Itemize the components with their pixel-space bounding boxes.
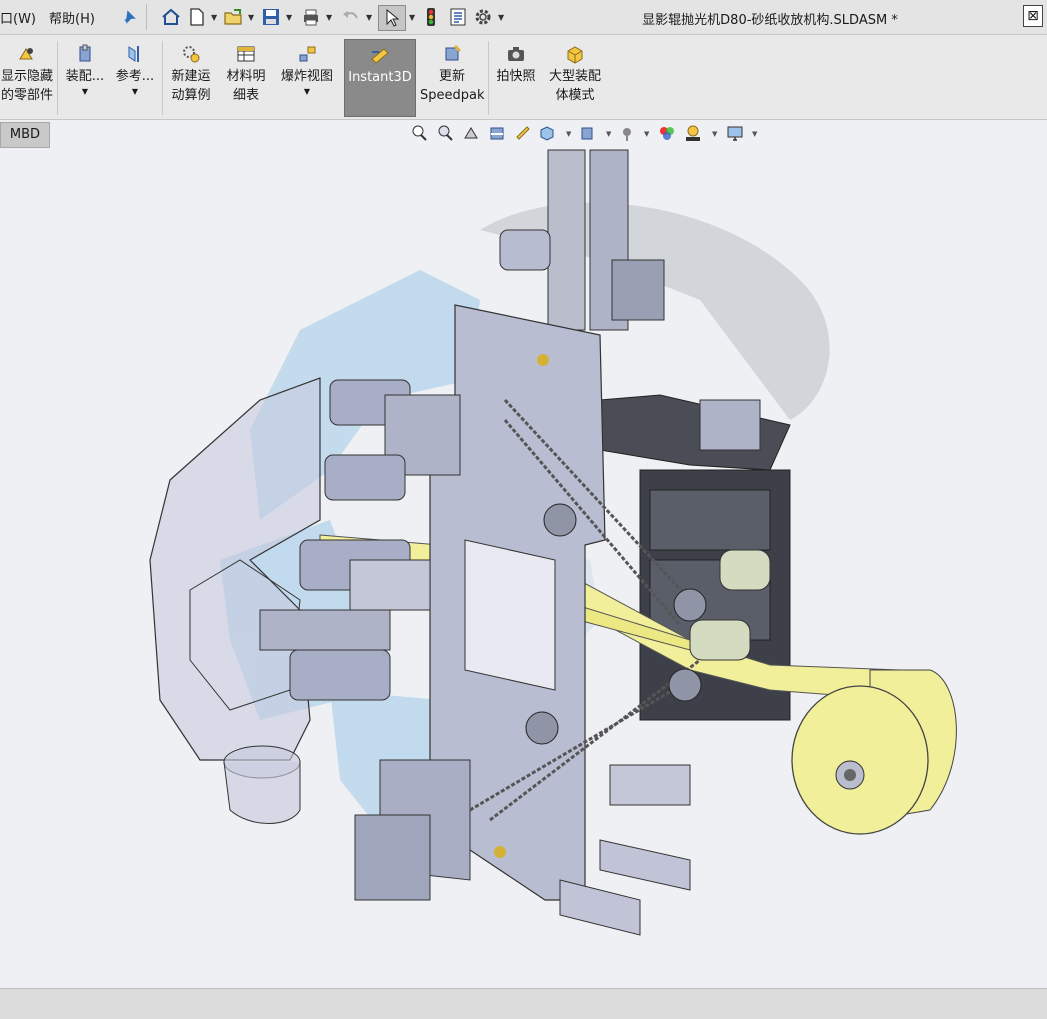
separator xyxy=(162,41,163,115)
new-motion-study-button[interactable]: 新建运 动算例 xyxy=(166,39,216,105)
file-properties-icon[interactable] xyxy=(447,6,469,28)
zoom-to-fit-icon[interactable] xyxy=(410,124,428,142)
show-hidden-icon xyxy=(19,48,33,60)
assembly-feature-icon xyxy=(79,44,91,62)
button-label: Speedpak xyxy=(420,88,485,103)
chevron-down-icon[interactable]: ▼ xyxy=(366,13,372,22)
select-tool-button[interactable] xyxy=(378,5,406,31)
separator xyxy=(146,4,147,30)
chevron-down-icon[interactable]: ▼ xyxy=(712,130,717,138)
button-label: 参考... xyxy=(115,69,155,84)
view-orientation-icon[interactable] xyxy=(538,124,556,142)
button-label: 的零部件 xyxy=(0,88,53,103)
chevron-down-icon[interactable]: ▼ xyxy=(326,13,332,22)
assembly-features-button[interactable]: 装配... ▼ xyxy=(62,39,108,98)
graphics-area[interactable] xyxy=(0,148,1047,988)
button-label: 更新 xyxy=(438,69,465,84)
gear-icon[interactable] xyxy=(472,6,494,28)
assembly-model xyxy=(149,149,957,936)
bom-table-icon xyxy=(237,46,255,62)
instant3d-icon xyxy=(371,48,389,64)
reference-geometry-button[interactable]: 参考... ▼ xyxy=(112,39,158,98)
button-label: 装配... xyxy=(65,69,105,84)
button-label: 大型装配 xyxy=(548,69,601,84)
button-label: 爆炸视图 xyxy=(280,69,333,84)
speedpak-icon xyxy=(445,44,462,61)
cursor-arrow-icon xyxy=(386,9,400,27)
camera-icon xyxy=(508,47,524,61)
chevron-down-icon: ▼ xyxy=(81,87,89,96)
sandpaper-roll xyxy=(791,669,957,835)
open-folder-icon[interactable] xyxy=(222,6,244,28)
command-manager-ribbon: 显示隐藏 的零部件 装配... ▼ 参考... ▼ 新建运 动算例 材料明 细表… xyxy=(0,35,1047,120)
chevron-down-icon[interactable]: ▼ xyxy=(606,130,611,138)
print-icon[interactable] xyxy=(300,6,322,28)
tab-mbd[interactable]: MBD xyxy=(0,122,50,148)
button-label: 体模式 xyxy=(555,88,595,103)
save-icon[interactable] xyxy=(260,6,282,28)
chevron-down-icon[interactable]: ▼ xyxy=(409,13,415,22)
pin-icon[interactable] xyxy=(118,6,140,28)
large-assembly-icon xyxy=(567,46,583,64)
undo-icon[interactable] xyxy=(340,6,362,28)
apply-scene-icon[interactable] xyxy=(684,124,702,142)
button-label: 拍快照 xyxy=(496,69,536,84)
button-label: Instant3D xyxy=(348,70,412,85)
button-label: 显示隐藏 xyxy=(0,69,53,84)
exploded-view-icon xyxy=(299,46,316,62)
chevron-down-icon: ▼ xyxy=(303,87,311,96)
button-label: 动算例 xyxy=(171,88,211,103)
chevron-down-icon: ▼ xyxy=(131,87,139,96)
reference-geometry-icon xyxy=(128,46,139,62)
home-icon[interactable] xyxy=(160,6,182,28)
menu-help[interactable]: 帮助(H) xyxy=(49,8,95,27)
document-title: 显影辊抛光机D80-砂纸收放机构.SLDASM * xyxy=(642,13,898,28)
chevron-down-icon[interactable]: ▼ xyxy=(752,130,757,138)
chevron-down-icon[interactable]: ▼ xyxy=(248,13,254,22)
separator xyxy=(488,41,489,115)
instant3d-button[interactable]: Instant3D xyxy=(344,39,416,117)
hide-show-items-icon[interactable] xyxy=(618,124,636,142)
update-speedpak-button[interactable]: 更新 Speedpak xyxy=(420,39,485,105)
new-document-icon[interactable] xyxy=(186,6,208,28)
rebuild-traffic-light-icon[interactable] xyxy=(420,6,442,28)
status-bar xyxy=(0,988,1047,1019)
close-panel-button[interactable]: ⊠ xyxy=(1023,5,1043,27)
chevron-down-icon[interactable]: ▼ xyxy=(644,130,649,138)
chevron-down-icon[interactable]: ▼ xyxy=(566,130,571,138)
large-assembly-mode-button[interactable]: 大型装配 体模式 xyxy=(544,39,606,105)
zoom-to-area-icon[interactable] xyxy=(436,124,454,142)
button-label: 新建运 xyxy=(171,69,211,84)
button-label: 细表 xyxy=(232,88,259,103)
menu-window[interactable]: 口(W) xyxy=(0,8,36,27)
previous-view-icon[interactable] xyxy=(462,124,480,142)
exploded-view-button[interactable]: 爆炸视图 ▼ xyxy=(276,39,338,98)
dynamic-annotation-icon[interactable] xyxy=(514,124,532,142)
edit-appearance-icon[interactable] xyxy=(658,124,676,142)
chevron-down-icon[interactable]: ▼ xyxy=(498,13,504,22)
separator xyxy=(57,41,58,115)
chevron-down-icon[interactable]: ▼ xyxy=(211,13,217,22)
button-label: 材料明 xyxy=(226,69,266,84)
title-bar: 口(W) 帮助(H) ▼ ▼ ▼ ▼ ▼ ▼ ▼ 显影辊抛光机D80-砂纸收放机… xyxy=(0,0,1047,35)
bill-of-materials-button[interactable]: 材料明 细表 xyxy=(222,39,270,105)
view-settings-monitor-icon[interactable] xyxy=(726,124,744,142)
motion-study-icon xyxy=(183,46,200,63)
section-view-icon[interactable] xyxy=(488,124,506,142)
chevron-down-icon[interactable]: ▼ xyxy=(286,13,292,22)
take-snapshot-button[interactable]: 拍快照 xyxy=(492,39,540,86)
show-hidden-components-button[interactable]: 显示隐藏 的零部件 xyxy=(0,39,54,105)
display-style-icon[interactable] xyxy=(578,124,596,142)
